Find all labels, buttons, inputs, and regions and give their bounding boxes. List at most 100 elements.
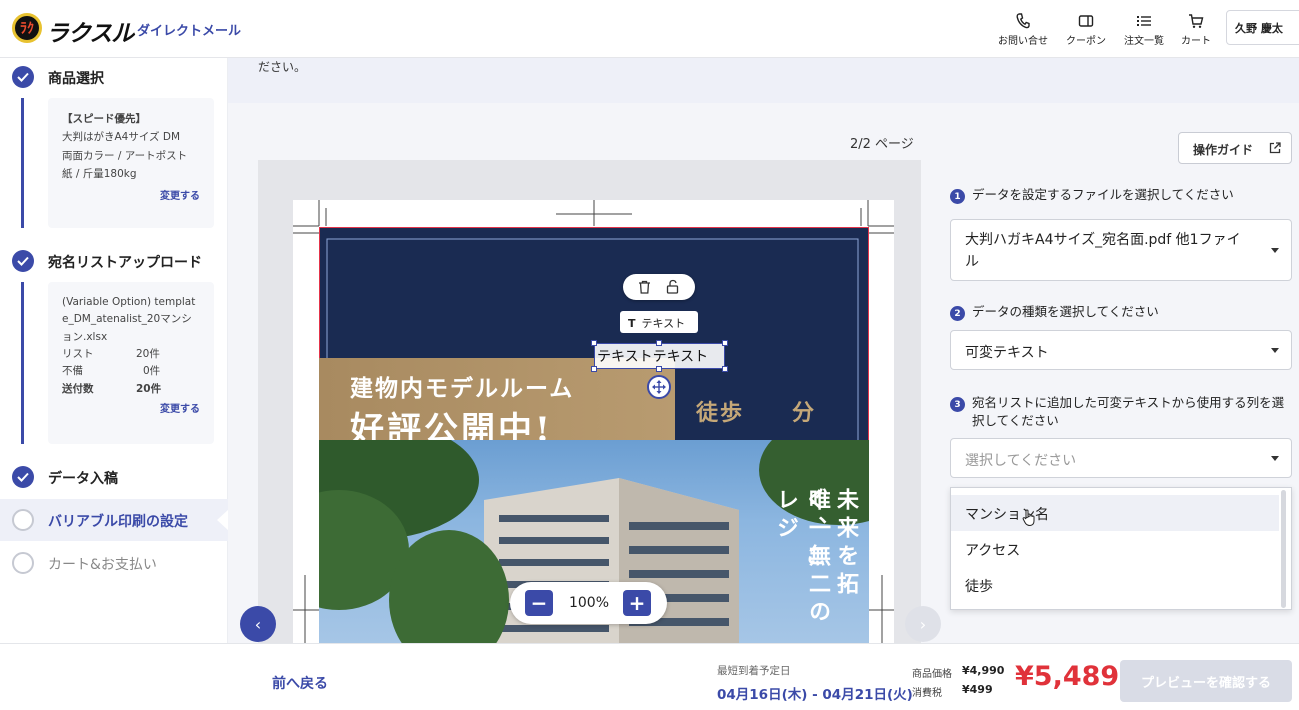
resize-handle[interactable] xyxy=(591,366,597,372)
column-select[interactable]: 選択してください xyxy=(950,438,1292,478)
brand-logo-mark[interactable]: ﾗｸ xyxy=(12,13,42,43)
text-tag-label: テキスト xyxy=(641,317,686,330)
product-size: 大判はがきA4サイズ DM xyxy=(62,131,181,144)
product-summary-card: 【スピード優先】 大判はがきA4サイズ DM 両面カラー / アートポスト 紙 … xyxy=(48,98,214,228)
cart-icon xyxy=(1189,14,1204,28)
data-type-select-value: 可変テキスト xyxy=(965,345,1049,361)
guide-button-label: 操作ガイド xyxy=(1193,143,1254,157)
user-menu[interactable]: 久野 慶太 xyxy=(1226,10,1299,45)
resize-handle[interactable] xyxy=(591,340,597,346)
user-name: 久野 慶太 xyxy=(1235,22,1283,35)
zoom-control: − 100% + xyxy=(510,582,667,624)
column-dropdown: マンション名 アクセス 徒歩 xyxy=(950,487,1292,610)
nav-contact[interactable]: お問い合せ xyxy=(995,12,1051,47)
text-element-tag: T テキスト xyxy=(620,311,698,333)
checkout-footer: 前へ戻る 最短到着予定日 04月16日(木) - 04月21日(火) 商品価格 … xyxy=(0,643,1299,710)
step-connector xyxy=(21,282,24,444)
tagline-column-2: 唯一無二のレジ xyxy=(773,488,831,628)
hand-cursor-icon xyxy=(1022,509,1035,527)
step-complete-check-icon xyxy=(12,250,34,272)
price-value: ¥4,990 xyxy=(962,664,1005,677)
text-type-icon: T xyxy=(628,317,636,330)
check-icon xyxy=(17,256,29,266)
chevron-down-icon xyxy=(1271,348,1279,353)
step-complete-check-icon xyxy=(12,66,34,88)
top-header: ﾗｸ ラクスル ダイレクトメール お問い合せ クーポン 注文一覧 カート 久野 … xyxy=(0,0,1299,58)
step-connector xyxy=(21,98,24,228)
step-complete-check-icon xyxy=(12,466,34,488)
zoom-level: 100% xyxy=(568,595,610,611)
dropdown-option[interactable]: 徒歩 xyxy=(951,567,1279,603)
dropdown-scrollbar[interactable] xyxy=(1281,490,1286,608)
question-number-2: 2 xyxy=(950,306,965,321)
page-counter: 2/2 ページ xyxy=(850,137,914,152)
phone-icon xyxy=(1016,13,1030,29)
data-type-question-label: データの種類を選択してください xyxy=(972,304,1159,319)
zoom-in-button[interactable]: + xyxy=(623,590,651,616)
column-question-label-1: 宛名リストに追加した可変テキストから使用する列を選 xyxy=(972,395,1285,410)
coupon-icon xyxy=(1078,15,1094,27)
step-pending-circle-icon xyxy=(12,552,34,574)
list-filename-2: e_DM_atenalist_20マンシ xyxy=(62,313,192,326)
step-product-title[interactable]: 商品選択 xyxy=(48,68,104,88)
dropdown-option[interactable]: アクセス xyxy=(951,531,1279,567)
nav-cart[interactable]: カート xyxy=(1176,12,1216,47)
tax-value: ¥499 xyxy=(962,683,993,696)
prev-page-button[interactable]: ‹ xyxy=(240,606,276,642)
data-type-select[interactable]: 可変テキスト xyxy=(950,330,1292,370)
move-handle-icon[interactable] xyxy=(647,375,671,399)
tax-label: 消費税 xyxy=(912,688,942,699)
question-number-1: 1 xyxy=(950,189,965,204)
product-speed: 【スピード優先】 xyxy=(62,113,146,125)
nav-cart-label: カート xyxy=(1181,36,1211,47)
total-price: ¥5,489 xyxy=(1015,661,1120,692)
operation-guide-button[interactable]: 操作ガイド xyxy=(1178,132,1292,164)
list-icon xyxy=(1137,16,1151,26)
zoom-out-button[interactable]: − xyxy=(525,590,553,616)
step-data-title[interactable]: データ入稿 xyxy=(48,468,118,488)
nav-coupon-label: クーポン xyxy=(1066,36,1106,47)
file-select-value-2: ル xyxy=(965,253,979,270)
instruction-banner: ださい。 xyxy=(228,58,1299,103)
next-page-button[interactable]: › xyxy=(905,606,941,642)
change-product-link[interactable]: 変更する xyxy=(62,188,200,206)
delivery-label: 最短到着予定日 xyxy=(717,665,791,677)
step-variable-title[interactable]: バリアブル印刷の設定 xyxy=(48,511,188,531)
column-select-placeholder: 選択してください xyxy=(965,453,1077,469)
chevron-down-icon xyxy=(1271,248,1279,253)
address-list-card: (Variable Option) templat e_DM_atenalist… xyxy=(48,282,214,444)
external-link-icon xyxy=(1269,142,1281,154)
confirm-preview-button[interactable]: プレビューを確認する xyxy=(1120,660,1292,702)
service-name: ダイレクトメール xyxy=(137,24,242,39)
headline-line1: 建物内モデルルーム xyxy=(350,375,575,402)
step-upload-title[interactable]: 宛名リストアップロード xyxy=(48,252,202,272)
nav-coupon[interactable]: クーポン xyxy=(1062,12,1110,47)
file-select-value-1: 大判ハガキA4サイズ_宛名面.pdf 他1ファイ xyxy=(965,232,1241,248)
dropdown-option[interactable]: マンション名 xyxy=(951,495,1279,531)
element-toolbar xyxy=(623,274,695,300)
send-count-row: 送付数 20件 xyxy=(62,382,162,395)
instruction-text: ださい。 xyxy=(258,60,307,74)
list-count-row: リスト 20件 xyxy=(62,347,160,360)
resize-handle[interactable] xyxy=(722,366,728,372)
resize-handle[interactable] xyxy=(722,340,728,346)
invalid-count-row: 不備 0件 xyxy=(62,365,161,378)
delivery-date: 04月16日(木) - 04月21日(火) xyxy=(717,687,913,703)
brand-logo[interactable]: ラクスル xyxy=(46,14,134,48)
nav-orders-label: 注文一覧 xyxy=(1124,36,1164,47)
change-list-link[interactable]: 変更する xyxy=(62,402,200,419)
list-filename-1: (Variable Option) templat xyxy=(62,296,196,308)
file-question-label: データを設定するファイルを選択してください xyxy=(972,187,1234,202)
column-question-label-2: 択してください xyxy=(972,413,1059,428)
trash-icon[interactable] xyxy=(638,280,651,294)
product-spec-2: 紙 / 斤量180kg xyxy=(62,168,137,181)
back-button[interactable]: 前へ戻る xyxy=(272,673,328,693)
nav-contact-label: お問い合せ xyxy=(998,36,1048,47)
nav-orders[interactable]: 注文一覧 xyxy=(1120,12,1168,47)
chevron-down-icon xyxy=(1271,456,1279,461)
unlock-icon[interactable] xyxy=(666,279,680,294)
walk-minutes-text: 徒歩 分 xyxy=(696,400,817,426)
resize-handle[interactable] xyxy=(656,340,662,346)
resize-handle[interactable] xyxy=(656,366,662,372)
file-select[interactable]: 大判ハガキA4サイズ_宛名面.pdf 他1ファイ ル xyxy=(950,219,1292,281)
